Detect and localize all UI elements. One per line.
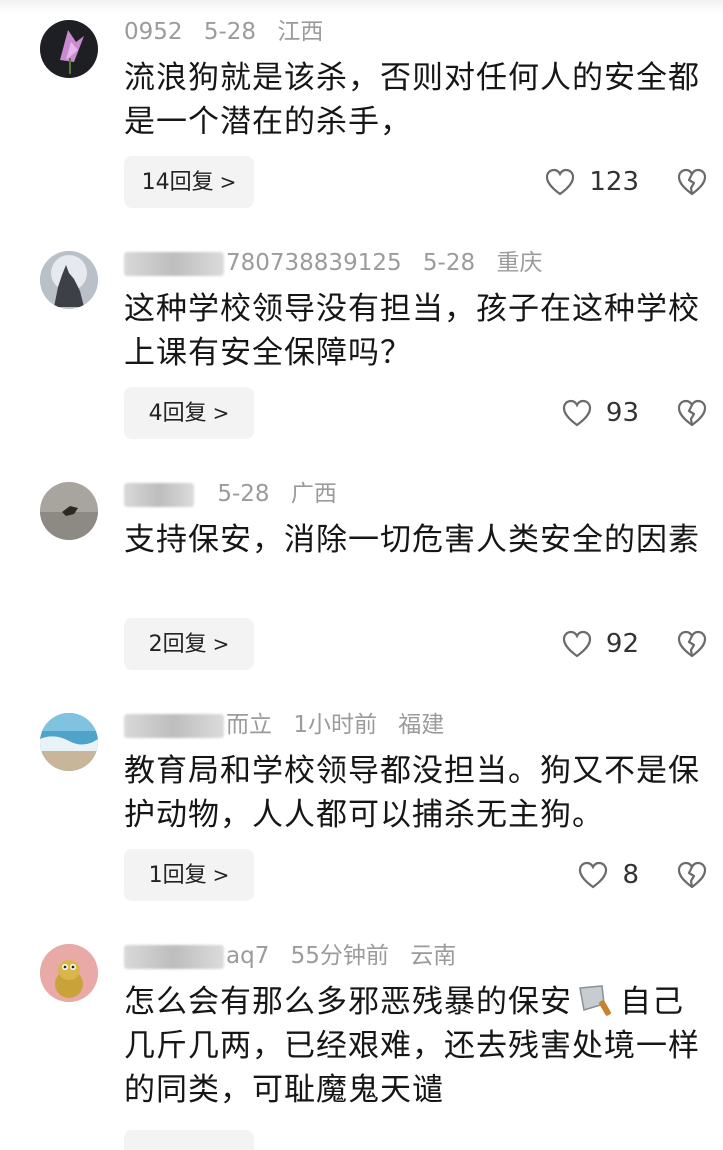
dislike-button[interactable] bbox=[677, 156, 711, 208]
comment-meta: 780738839125 5-28 重庆 bbox=[124, 247, 542, 279]
blurred-name bbox=[124, 944, 224, 969]
comment-text-part: 怎么会有那么多邪恶残暴的保安 bbox=[124, 984, 572, 1020]
like-button[interactable]: 92 bbox=[562, 618, 639, 670]
like-button[interactable]: 93 bbox=[562, 387, 639, 439]
avatar[interactable] bbox=[40, 944, 98, 1002]
comment-text: 教育局和学校领导都没担当。狗又不是保护动物，人人都可以捕杀无主狗。 bbox=[124, 753, 700, 833]
reply-count: 2回复 bbox=[148, 632, 207, 657]
view-replies-button[interactable]: 14回复 > bbox=[124, 156, 254, 208]
reply-count: 4回复 bbox=[148, 401, 207, 426]
comment-meta: aq7 55分钟前 云南 bbox=[124, 940, 456, 972]
comment-text: 流浪狗就是该杀，否则对任何人的安全都是一个潜在的杀手， bbox=[124, 60, 700, 140]
comment-date: 5-28 bbox=[217, 481, 270, 507]
comment-meta: 0952 5-28 江西 bbox=[124, 16, 323, 48]
dislike-button[interactable] bbox=[677, 618, 711, 670]
reply-count: 14回复 bbox=[141, 170, 214, 195]
top-edge bbox=[0, 0, 723, 14]
comment-region: 重庆 bbox=[496, 250, 543, 276]
heart-outline-icon bbox=[562, 399, 592, 427]
chevron-right-icon: > bbox=[212, 401, 230, 425]
blurred-name bbox=[124, 251, 224, 276]
chevron-right-icon: > bbox=[212, 632, 230, 656]
broken-heart-icon bbox=[677, 630, 707, 658]
comment-region: 广西 bbox=[290, 481, 337, 507]
username[interactable]: 而立 bbox=[226, 712, 272, 738]
heart-outline-icon bbox=[579, 861, 608, 889]
comment-date: 5-28 bbox=[422, 250, 476, 276]
heart-outline-icon bbox=[562, 630, 592, 658]
dislike-button[interactable] bbox=[677, 387, 711, 439]
chevron-right-icon: > bbox=[219, 170, 237, 194]
view-replies-button[interactable] bbox=[124, 1130, 254, 1150]
blurred-name bbox=[124, 482, 194, 507]
avatar[interactable] bbox=[40, 482, 98, 540]
like-count: 92 bbox=[605, 629, 639, 659]
reply-count: 1回复 bbox=[148, 863, 207, 888]
like-button[interactable]: 8 bbox=[578, 849, 639, 901]
comment-meta: 5-28 广西 bbox=[124, 478, 337, 510]
comment-date: 5-28 bbox=[203, 19, 257, 45]
comment-text: 怎么会有那么多邪恶残暴的保安 自己几斤几两，已经艰难，还去残害处境一样的同类，可耻… bbox=[124, 980, 704, 1112]
comment-date: 1小时前 bbox=[293, 712, 377, 738]
avatar[interactable] bbox=[40, 713, 98, 771]
broken-heart-icon bbox=[677, 399, 707, 427]
like-count: 123 bbox=[589, 167, 639, 197]
comment-region: 江西 bbox=[277, 19, 324, 45]
cleaver-knife-icon bbox=[579, 985, 611, 1016]
comment-region: 福建 bbox=[398, 712, 445, 738]
like-button[interactable]: 123 bbox=[545, 156, 639, 208]
comment-meta: 而立 1小时前 福建 bbox=[124, 709, 444, 741]
broken-heart-icon bbox=[677, 861, 707, 889]
avatar[interactable] bbox=[40, 251, 98, 309]
view-replies-button[interactable]: 4回复 > bbox=[124, 387, 254, 439]
comment-region: 云南 bbox=[410, 943, 457, 969]
avatar[interactable] bbox=[40, 20, 98, 78]
comment-text: 支持保安，消除一切危害人类安全的因素 bbox=[124, 522, 700, 558]
comment-text: 这种学校领导没有担当，孩子在这种学校上课有安全保障吗？ bbox=[124, 291, 700, 371]
heart-outline-icon bbox=[546, 168, 575, 196]
like-count: 8 bbox=[622, 860, 639, 890]
view-replies-button[interactable]: 1回复 > bbox=[124, 849, 254, 901]
dislike-button[interactable] bbox=[677, 849, 711, 901]
view-replies-button[interactable]: 2回复 > bbox=[124, 618, 254, 670]
username[interactable]: 0952 bbox=[124, 19, 183, 45]
like-count: 93 bbox=[605, 398, 639, 428]
username[interactable]: aq7 bbox=[226, 943, 269, 969]
comment-date: 55分钟前 bbox=[290, 943, 389, 969]
username[interactable]: 780738839125 bbox=[226, 250, 402, 276]
blurred-name bbox=[124, 713, 224, 738]
chevron-right-icon: > bbox=[212, 863, 230, 887]
broken-heart-icon bbox=[677, 168, 707, 196]
